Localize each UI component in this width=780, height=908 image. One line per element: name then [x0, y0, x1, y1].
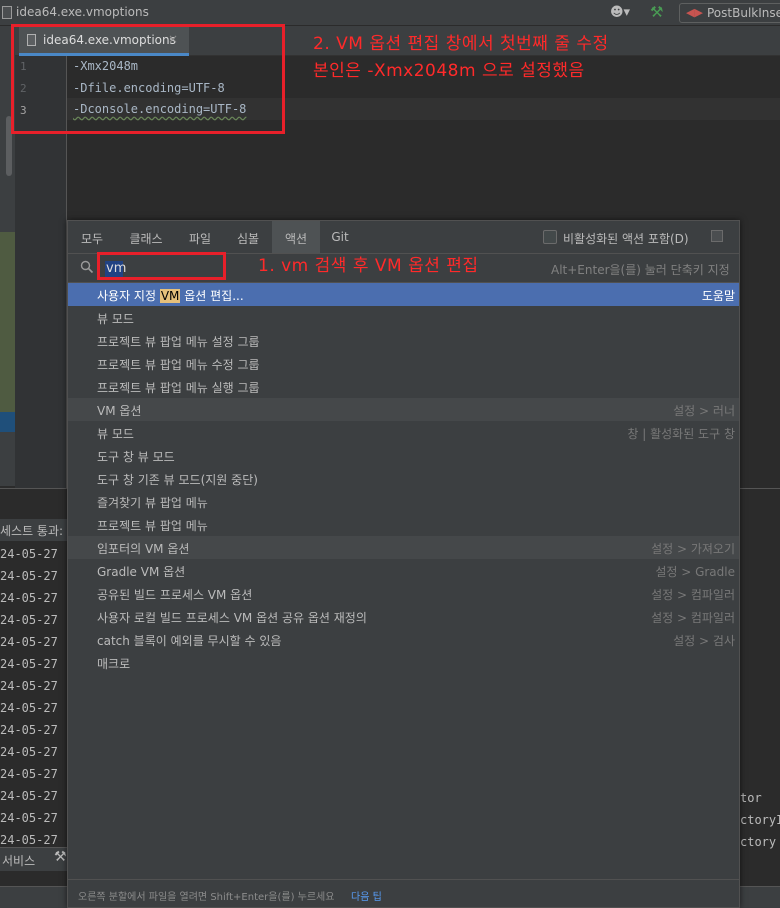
- search-result-row[interactable]: VM 옵션 설정 > 러너: [68, 398, 739, 421]
- result-label-suffix: 옵션 편집...: [180, 289, 244, 303]
- hammer-icon: ⚒: [54, 849, 67, 865]
- services-tab[interactable]: 서비스 ⚒: [0, 847, 68, 871]
- title-bar: idea64.exe.vmoptions ☻▾ ⚒ ◀▶ PostBulkIns…: [0, 0, 780, 26]
- next-tip-link[interactable]: 다음 팁: [351, 888, 382, 903]
- log-fragment: tor: [740, 791, 762, 805]
- search-result-location: 설정 > 컴파일러: [651, 611, 735, 625]
- search-result-row[interactable]: 도구 창 뷰 모드: [68, 444, 739, 467]
- annotation-step1: 1. vm 검색 후 VM 옵션 편집: [258, 256, 479, 276]
- search-result-label: catch 블록이 예외를 무시할 수 있음: [97, 634, 282, 648]
- log-fragment: ctoryI: [740, 813, 780, 827]
- search-result-location: 도움말: [701, 289, 735, 303]
- search-result-label: 사용자 지정 VM 옵션 편집...: [97, 287, 244, 304]
- log-line: 24-05-27: [0, 745, 58, 759]
- shortcut-hint: Alt+Enter을(를) 눌러 단축키 지정: [551, 263, 730, 277]
- log-line: 24-05-27: [0, 701, 58, 715]
- log-fragment: ctory: [740, 835, 777, 849]
- search-result-label: 매크로: [97, 657, 131, 671]
- search-result-label: 뷰 모드: [97, 427, 134, 441]
- run-config-selector[interactable]: ◀▶ PostBulkInsert: [679, 3, 780, 23]
- preview-toggle-icon[interactable]: [711, 230, 723, 242]
- search-result-row[interactable]: 사용자 로컬 빌드 프로세스 VM 옵션 공유 옵션 재정의 설정 > 컴파일러: [68, 605, 739, 628]
- search-result-label: 도구 창 기존 뷰 모드(지원 중단): [97, 473, 258, 487]
- search-match-highlight: VM: [159, 289, 181, 303]
- window-title: idea64.exe.vmoptions: [16, 5, 149, 19]
- annotation-box-search: [97, 252, 226, 280]
- search-result-label: Gradle VM 옵션: [97, 565, 186, 579]
- search-results-list: 사용자 지정 VM 옵션 편집... 도움말 뷰 모드 프로젝트 뷰 팝업 메뉴 설정…: [68, 283, 739, 879]
- search-result-location: 설정 > 컴파일러: [651, 588, 735, 602]
- search-everywhere-popup: 모두 클래스 파일 심볼 액션 Git 비활성화된 액션 포함(D) vm Al…: [67, 220, 740, 908]
- project-panel-highlight: [0, 232, 15, 412]
- user-icon[interactable]: ☻▾: [610, 5, 630, 20]
- search-result-label: 사용자 로컬 빌드 프로세스 VM 옵션 공유 옵션 재정의: [97, 611, 367, 625]
- log-line: 24-05-27: [0, 789, 58, 803]
- result-label-prefix: 사용자 지정: [97, 289, 160, 303]
- file-icon: [2, 6, 12, 19]
- log-line: 24-05-27: [0, 547, 58, 561]
- include-inactive-checkbox[interactable]: [543, 230, 557, 244]
- run-config-label: PostBulkInsert: [707, 6, 780, 20]
- popup-footer: 오른쪽 분할에서 파일을 열려면 Shift+Enter을(를) 누르세요 다음…: [68, 879, 739, 907]
- search-result-row[interactable]: 임포터의 VM 옵션 설정 > 가져오기: [68, 536, 739, 559]
- tab-all[interactable]: 모두: [68, 221, 116, 253]
- search-result-label: 즐겨찾기 뷰 팝업 메뉴: [97, 496, 208, 510]
- test-results-header: 세스트 통과:: [0, 519, 68, 541]
- search-icon: [80, 260, 94, 274]
- search-result-location: 설정 > 러너: [673, 404, 735, 418]
- log-line: 24-05-27: [0, 657, 58, 671]
- search-result-location: 설정 > Gradle: [655, 565, 735, 579]
- search-result-location: 설정 > 가져오기: [651, 542, 735, 556]
- search-result-row[interactable]: 프로젝트 뷰 팝업 메뉴 설정 그룹: [68, 329, 739, 352]
- search-result-label: 공유된 빌드 프로세스 VM 옵션: [97, 588, 253, 602]
- footer-tip: 오른쪽 분할에서 파일을 열려면 Shift+Enter을(를) 누르세요: [78, 892, 335, 903]
- services-label: 서비스: [2, 854, 36, 868]
- log-line: 24-05-27: [0, 767, 58, 781]
- tab-symbols[interactable]: 심볼: [224, 221, 272, 253]
- search-result-row[interactable]: catch 블록이 예외를 무시할 수 있음 설정 > 검사: [68, 628, 739, 651]
- search-result-location: 창 | 활성화된 도구 창: [627, 427, 735, 441]
- search-result-row[interactable]: 프로젝트 뷰 팝업 메뉴 수정 그룹: [68, 352, 739, 375]
- popup-tab-bar: 모두 클래스 파일 심볼 액션 Git 비활성화된 액션 포함(D): [68, 221, 739, 253]
- search-result-row[interactable]: Gradle VM 옵션 설정 > Gradle: [68, 559, 739, 582]
- log-line: 24-05-27: [0, 723, 58, 737]
- search-result-row[interactable]: 뷰 모드 창 | 활성화된 도구 창: [68, 421, 739, 444]
- log-line: 24-05-27: [0, 613, 58, 627]
- search-result-row[interactable]: 매크로: [68, 651, 739, 674]
- search-result-row[interactable]: 즐겨찾기 뷰 팝업 메뉴: [68, 490, 739, 513]
- log-line: 24-05-27: [0, 811, 58, 825]
- search-result-label: 프로젝트 뷰 팝업 메뉴: [97, 519, 208, 533]
- log-line: 24-05-27: [0, 679, 58, 693]
- project-panel-selection: [0, 412, 15, 432]
- log-line: 24-05-27: [0, 591, 58, 605]
- search-result-label: VM 옵션: [97, 404, 142, 418]
- tab-files[interactable]: 파일: [176, 221, 224, 253]
- search-result-label: 프로젝트 뷰 팝업 메뉴 실행 그룹: [97, 381, 260, 395]
- search-result-label: 프로젝트 뷰 팝업 메뉴 수정 그룹: [97, 358, 260, 372]
- run-config-icon: ◀▶: [686, 6, 703, 19]
- annotation-step2-line2: 본인은 -Xmx2048m 으로 설정했음: [313, 61, 585, 81]
- log-line: 24-05-27: [0, 635, 58, 649]
- tab-git[interactable]: Git: [320, 221, 360, 253]
- build-hammer-icon[interactable]: ⚒: [650, 3, 663, 21]
- include-inactive-label: 비활성화된 액션 포함(D): [563, 232, 689, 246]
- search-result-label: 프로젝트 뷰 팝업 메뉴 설정 그룹: [97, 335, 260, 349]
- search-result-row[interactable]: 공유된 빌드 프로세스 VM 옵션 설정 > 컴파일러: [68, 582, 739, 605]
- search-result-row[interactable]: 뷰 모드: [68, 306, 739, 329]
- search-result-row[interactable]: 프로젝트 뷰 팝업 메뉴: [68, 513, 739, 536]
- search-result-row[interactable]: 프로젝트 뷰 팝업 메뉴 실행 그룹: [68, 375, 739, 398]
- search-result-label: 임포터의 VM 옵션: [97, 542, 190, 556]
- log-line: 24-05-27: [0, 833, 58, 847]
- search-result-row[interactable]: 도구 창 기존 뷰 모드(지원 중단): [68, 467, 739, 490]
- tab-classes[interactable]: 클래스: [116, 221, 176, 253]
- search-result-label: 도구 창 뷰 모드: [97, 450, 175, 464]
- search-result-location: 설정 > 검사: [673, 634, 735, 648]
- search-result-label: 뷰 모드: [97, 312, 134, 326]
- search-result-row[interactable]: 사용자 지정 VM 옵션 편집... 도움말: [68, 283, 739, 306]
- annotation-step2-line1: 2. VM 옵션 편집 창에서 첫번째 줄 수정: [313, 34, 609, 54]
- log-line: 24-05-27: [0, 569, 58, 583]
- tab-actions[interactable]: 액션: [272, 221, 320, 253]
- annotation-box-editor: [11, 24, 285, 134]
